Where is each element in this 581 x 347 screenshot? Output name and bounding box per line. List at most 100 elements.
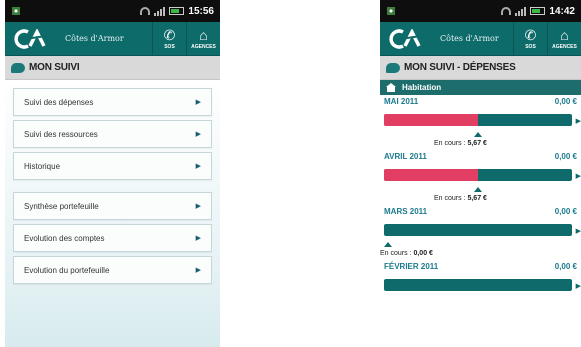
section-header: MON SUIVI - DÉPENSES (380, 56, 581, 80)
signal-icon (154, 6, 166, 16)
play-arrow-icon[interactable]: ▶ (576, 227, 581, 235)
encours-amount: 5,67 € (467, 195, 487, 202)
month-block[interactable]: FÉVRIER 2011 0,00 € ▶ (380, 260, 581, 297)
status-bar: 15:56 (5, 0, 220, 22)
play-arrow-icon: ▶ (195, 99, 201, 106)
agences-house-icon: ⌂ (199, 26, 208, 43)
budget-progress-bar[interactable] (384, 224, 572, 236)
menu-item-label: Historique (24, 161, 61, 171)
menu-item-evolution-portefeuille[interactable]: Evolution du portefeuille ▶ (13, 256, 212, 284)
region-label: Côtes d'Armor (440, 34, 499, 43)
app-bar: Côtes d'Armor ✆ SOS ⌂ AGENCES (380, 21, 581, 56)
wifi-icon (140, 7, 151, 15)
months-list: MAI 2011 0,00 € ▶ En cours : 5,67 € AVRIL 20… (380, 95, 581, 297)
play-arrow-icon: ▶ (195, 235, 201, 242)
budget-bar-row: ▶ (380, 218, 581, 242)
menu-item-label: Suivi des ressources (24, 129, 98, 139)
encours-amount: 5,67 € (467, 140, 487, 147)
menu-item-label: Evolution des comptes (24, 233, 105, 243)
encours-text: En cours : 5,67 € (380, 138, 581, 150)
wifi-icon (501, 7, 512, 15)
month-block[interactable]: AVRIL 2011 0,00 € ▶ En cours : 5,67 € (380, 150, 581, 205)
month-block[interactable]: MAI 2011 0,00 € ▶ En cours : 5,67 € (380, 95, 581, 150)
marker-triangle-icon (474, 187, 482, 192)
month-name: AVRIL 2011 (384, 152, 427, 161)
marker-triangle-icon (474, 132, 482, 137)
encours-text: En cours : 5,67 € (380, 193, 581, 205)
budget-bar-row: ▶ (380, 273, 581, 297)
status-time: 15:56 (188, 5, 214, 17)
battery-icon (169, 7, 185, 15)
budget-progress-bar[interactable] (384, 114, 572, 126)
month-name: MARS 2011 (384, 207, 428, 216)
notification-icon (387, 7, 395, 15)
home-icon (386, 83, 396, 92)
month-value: 0,00 € (554, 152, 577, 161)
agences-label: AGENCES (552, 43, 577, 50)
phone-screen-mon-suivi: 15:56 Côtes d'Armor ✆ SOS ⌂ AGENCES MON … (5, 0, 220, 347)
month-value: 0,00 € (554, 262, 577, 271)
month-name: FÉVRIER 2011 (384, 262, 439, 271)
region-label: Côtes d'Armor (65, 34, 124, 43)
month-header: MAI 2011 0,00 € (380, 95, 581, 108)
battery-icon (530, 7, 546, 15)
encours-marker (380, 187, 581, 193)
agences-button[interactable]: ⌂ AGENCES (547, 21, 581, 56)
menu-item-synthese-portefeuille[interactable]: Synthèse portefeuille ▶ (13, 192, 212, 220)
chat-bubble-icon (11, 62, 25, 73)
menu-item-historique[interactable]: Historique ▶ (13, 152, 212, 180)
signal-icon (515, 6, 527, 16)
menu-item-suivi-depenses[interactable]: Suivi des dépenses ▶ (13, 88, 212, 116)
sos-phone-icon: ✆ (524, 26, 537, 43)
month-header: MARS 2011 0,00 € (380, 205, 581, 218)
phone-screen-suivi-depenses: 14:42 Côtes d'Armor ✆ SOS ⌂ AGENCES MON … (380, 0, 581, 347)
play-arrow-icon: ▶ (195, 203, 201, 210)
encours-marker (380, 242, 581, 248)
menu-item-label: Evolution du portefeuille (24, 265, 110, 275)
menu-list: Suivi des dépenses ▶ Suivi des ressource… (5, 80, 220, 347)
category-header: Habitation (380, 80, 581, 95)
budget-progress-fill (384, 169, 478, 181)
encours-marker (380, 132, 581, 138)
app-bar: Côtes d'Armor ✆ SOS ⌂ AGENCES (5, 21, 220, 56)
page-title: MON SUIVI - DÉPENSES (404, 62, 516, 73)
play-arrow-icon: ▶ (195, 267, 201, 274)
ca-logo-icon[interactable] (380, 22, 432, 56)
month-header: AVRIL 2011 0,00 € (380, 150, 581, 163)
play-arrow-icon[interactable]: ▶ (576, 172, 581, 180)
encours-amount: 0,00 € (413, 250, 433, 257)
chat-bubble-icon (386, 62, 400, 73)
budget-bar-row: ▶ (380, 108, 581, 132)
ca-logo-icon[interactable] (5, 22, 57, 56)
menu-item-evolution-comptes[interactable]: Evolution des comptes ▶ (13, 224, 212, 252)
agences-house-icon: ⌂ (560, 26, 569, 43)
menu-item-suivi-ressources[interactable]: Suivi des ressources ▶ (13, 120, 212, 148)
month-value: 0,00 € (554, 207, 577, 216)
marker-triangle-icon (384, 242, 392, 247)
budget-progress-fill (384, 114, 478, 126)
agences-label: AGENCES (191, 43, 216, 50)
sos-label: SOS (164, 43, 175, 50)
agences-button[interactable]: ⌂ AGENCES (186, 21, 220, 56)
menu-item-label: Synthèse portefeuille (24, 201, 99, 211)
encours-text: En cours : 0,00 € (380, 248, 581, 260)
budget-progress-bar[interactable] (384, 279, 572, 291)
play-arrow-icon[interactable]: ▶ (576, 117, 581, 125)
month-block[interactable]: MARS 2011 0,00 € ▶ En cours : 0,00 € (380, 205, 581, 260)
sos-label: SOS (525, 43, 536, 50)
month-name: MAI 2011 (384, 97, 419, 106)
sos-button[interactable]: ✆ SOS (152, 21, 186, 56)
budget-bar-row: ▶ (380, 163, 581, 187)
play-arrow-icon: ▶ (195, 163, 201, 170)
sos-button[interactable]: ✆ SOS (513, 21, 547, 56)
encours-prefix: En cours : (434, 140, 468, 147)
month-value: 0,00 € (554, 97, 577, 106)
status-time: 14:42 (549, 5, 575, 17)
budget-progress-bar[interactable] (384, 169, 572, 181)
encours-prefix: En cours : (434, 195, 468, 202)
category-label: Habitation (402, 83, 442, 92)
page-title: MON SUIVI (29, 62, 80, 73)
play-arrow-icon[interactable]: ▶ (576, 282, 581, 290)
status-bar: 14:42 (380, 0, 581, 22)
encours-prefix: En cours : (380, 250, 414, 257)
